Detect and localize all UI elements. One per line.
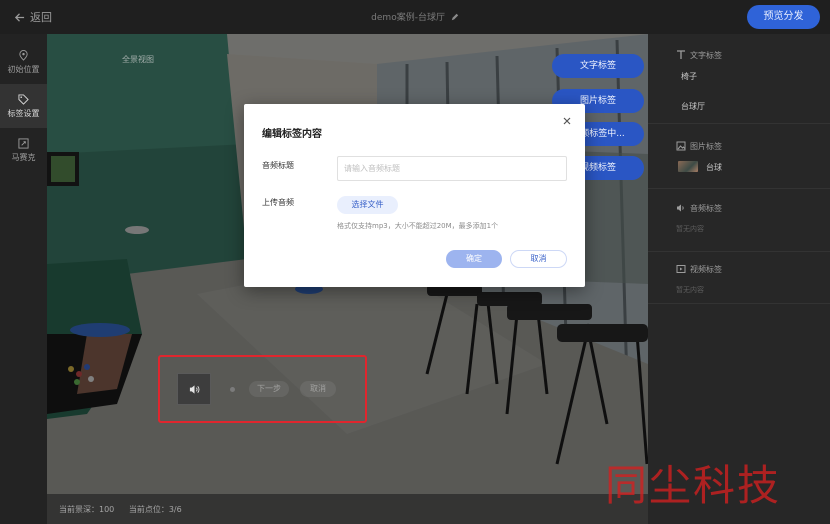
choose-file-button[interactable]: 选择文件 <box>337 196 398 214</box>
upload-hint: 格式仅支持mp3，大小不能超过20M，最多添加1个 <box>337 222 499 230</box>
point-status: 当前点位：3/6 <box>128 505 182 514</box>
page-title-text: demo案例-台球厅 <box>371 13 445 23</box>
page-title: demo案例-台球厅 <box>0 10 830 23</box>
video-icon <box>676 265 686 273</box>
status-bar: 当前景深：100 当前点位：3/6 <box>47 494 648 524</box>
image-tags-section: 图片标签 台球 <box>648 129 830 189</box>
scene-label: 全景视图 <box>122 55 154 64</box>
sidebar-item-initial-position[interactable]: 初始位置 <box>0 40 47 84</box>
preview-distribute-button[interactable]: 预览分发 <box>747 5 820 29</box>
company-watermark: 同尘科技 <box>605 461 782 510</box>
text-tag-item[interactable]: 椅子 <box>681 71 697 82</box>
speaker-icon <box>189 384 199 394</box>
confirm-button[interactable]: 确定 <box>446 250 502 268</box>
text-tag-button[interactable]: 文字标签 <box>552 54 644 78</box>
image-tags-title: 图片标签 <box>690 142 722 151</box>
cancel-button[interactable]: 取消 <box>510 250 567 268</box>
edit-tag-dialog: 编辑标签内容 音频标题 请输入音频标题 上传音频 选择文件 格式仅支持mp3，大… <box>244 104 585 287</box>
image-tag-item[interactable]: 台球 <box>706 162 722 173</box>
text-tag-item[interactable]: 台球厅 <box>681 101 705 112</box>
sidebar-item-tag-settings[interactable]: 标签设置 <box>0 84 47 128</box>
mosaic-icon <box>18 138 29 149</box>
audio-position-dot <box>230 387 235 392</box>
audio-title-input[interactable]: 请输入音频标题 <box>337 156 567 181</box>
text-tags-title: 文字标签 <box>690 51 722 60</box>
left-sidebar: 初始位置 标签设置 马赛克 <box>0 34 47 524</box>
text-t-icon <box>677 50 685 59</box>
right-panel: 文字标签 椅子 台球厅 图片标签 台球 音频标签 暂无内容 视频标签 暂无内容 <box>648 34 830 524</box>
video-tags-title: 视频标签 <box>690 265 722 274</box>
audio-hotspot-highlight: 下一步 取消 <box>158 355 367 423</box>
image-tag-thumbnail <box>678 161 698 172</box>
video-tags-section: 视频标签 暂无内容 <box>648 256 830 304</box>
audio-tags-empty: 暂无内容 <box>676 225 704 233</box>
sidebar-item-label: 标签设置 <box>7 109 40 118</box>
audio-title-label: 音频标题 <box>262 161 294 170</box>
next-step-button[interactable]: 下一步 <box>249 381 289 397</box>
audio-tags-section: 音频标签 暂无内容 <box>648 194 830 252</box>
audio-tags-title: 音频标签 <box>690 204 722 213</box>
sidebar-item-label: 初始位置 <box>7 65 40 74</box>
depth-status: 当前景深：100 <box>59 505 115 514</box>
text-tags-section: 文字标签 椅子 台球厅 <box>648 34 830 124</box>
dialog-title: 编辑标签内容 <box>262 129 322 140</box>
audio-cancel-button[interactable]: 取消 <box>300 381 336 397</box>
sidebar-item-label: 马赛克 <box>11 153 36 162</box>
speaker-icon <box>677 204 684 212</box>
edit-pen-icon[interactable] <box>451 13 459 21</box>
location-pin-icon <box>19 50 28 61</box>
audio-hotspot-button[interactable] <box>177 373 211 405</box>
close-icon[interactable] <box>562 116 572 126</box>
top-bar: 返回 demo案例-台球厅 预览分发 <box>0 0 830 34</box>
video-tags-empty: 暂无内容 <box>676 286 704 294</box>
image-icon <box>676 141 686 151</box>
tag-icon <box>18 94 29 105</box>
sidebar-item-mosaic[interactable]: 马赛克 <box>0 128 47 172</box>
upload-audio-label: 上传音频 <box>262 198 294 207</box>
